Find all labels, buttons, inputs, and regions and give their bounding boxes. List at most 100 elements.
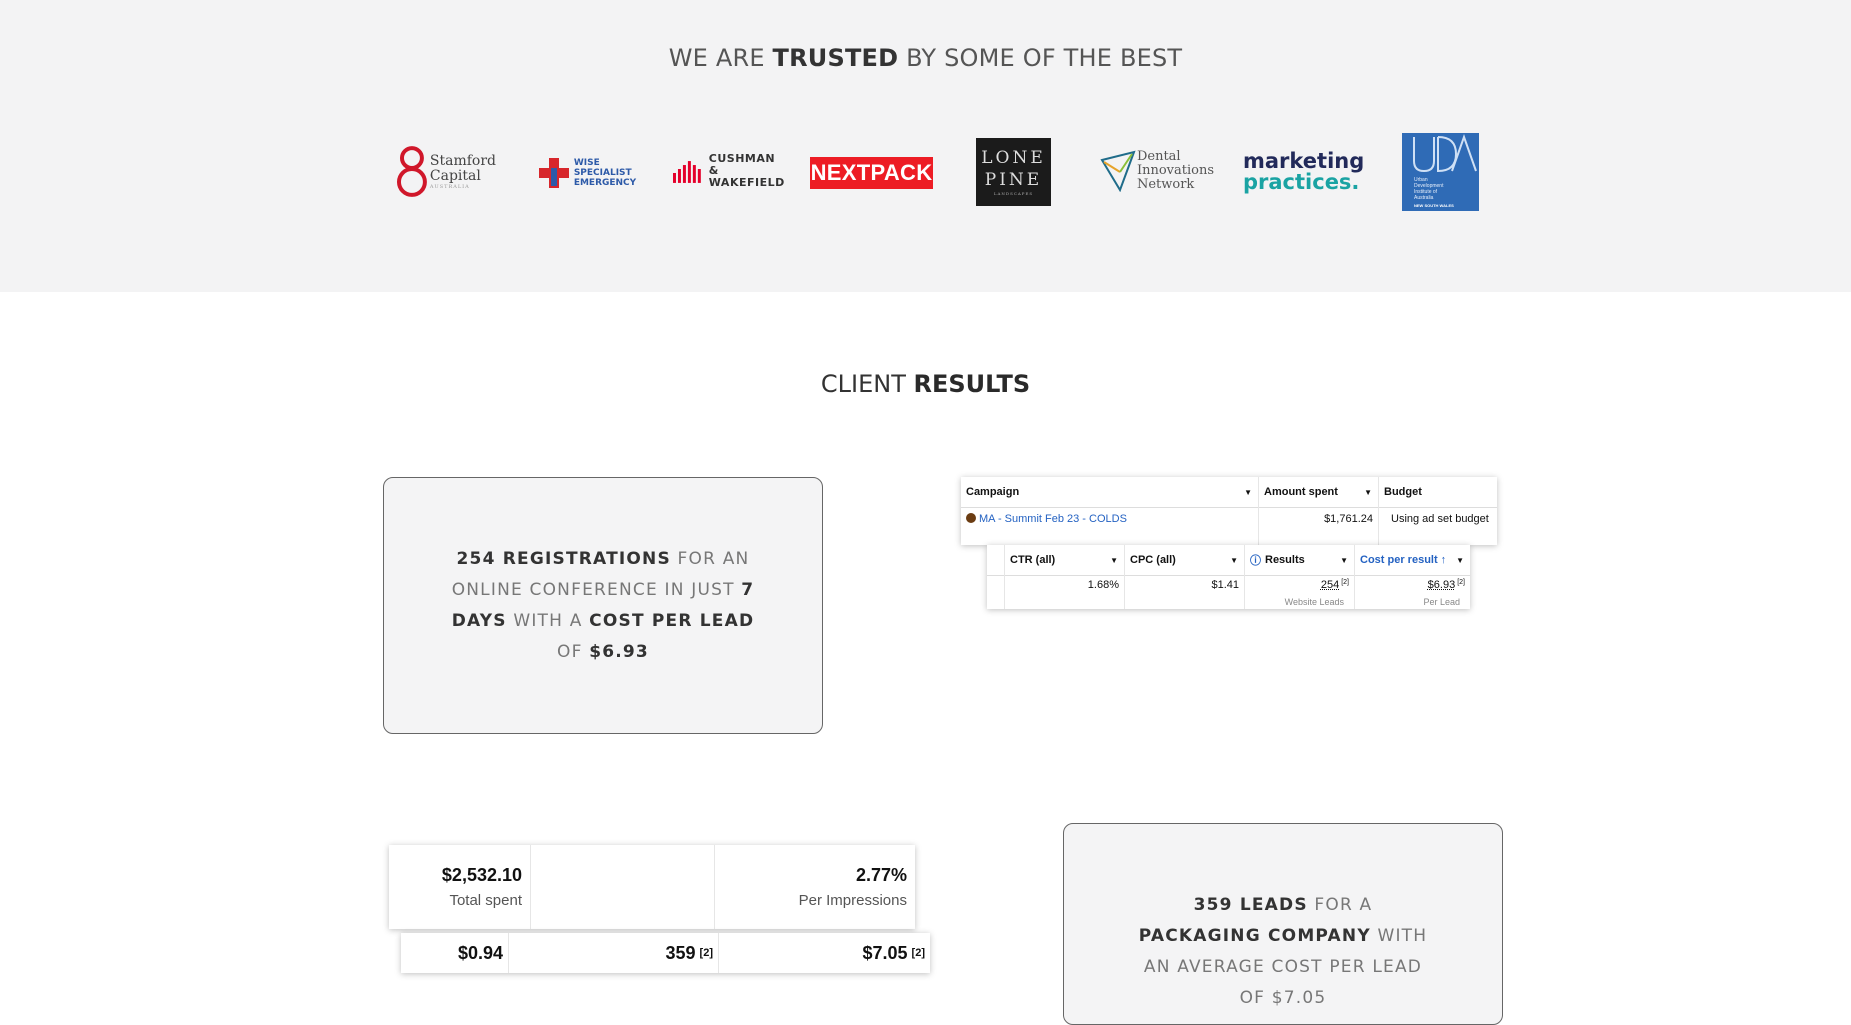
header-ctr: CTR (all) ▼	[1005, 545, 1125, 575]
wise-line1: WISE	[573, 158, 600, 168]
amount-spent-cell: $1,761.24	[1259, 507, 1379, 545]
dental-line1: Dental	[1136, 149, 1181, 164]
marketing-line2: practices.	[1243, 170, 1360, 194]
result-card-text: 359 LEADS FOR A PACKAGING COMPANY WITH A…	[1133, 824, 1433, 1014]
cost-sup: [2]	[1457, 579, 1465, 586]
result-card-text: 254 REGISTRATIONS FOR AN ONLINE CONFEREN…	[443, 544, 763, 668]
stats-panel-spend: $2,532.10 Total spent 2.77% Per Impressi…	[389, 845, 915, 929]
stats-panel-leads: $0.94 359 [2] $7.05 [2]	[401, 933, 930, 973]
stat-value-2: 359	[665, 943, 696, 963]
dental-line3: Network	[1136, 177, 1195, 192]
cost-value: $6.93	[1427, 579, 1456, 591]
header-cost-per-result[interactable]: Cost per result ↑ ▼	[1355, 545, 1470, 575]
cpc-stat-cell: $0.94	[401, 933, 509, 973]
stat-sup-2: [2]	[699, 947, 713, 959]
wise-emergency-logo: WISE SPECIALIST EMERGENCY	[535, 152, 640, 194]
trusted-section: WE ARE TRUSTED BY SOME OF THE BEST Stamf…	[0, 0, 1851, 292]
building-bars-icon	[673, 161, 701, 183]
campaign-name-link[interactable]: MA - Summit Feb 23 - COLDS	[979, 513, 1127, 525]
header-cost-label: Cost per result	[1360, 554, 1438, 566]
cost-sub: Per Lead	[1423, 597, 1460, 607]
ads-table-metrics: CTR (all) ▼ CPC (all) ▼ ⓘ Results ▼ Cost per…	[987, 545, 1470, 609]
lone-pine-line3: LANDSCAPES	[993, 191, 1034, 196]
client-results-bold: RESULTS	[913, 370, 1031, 398]
metrics-header-row: CTR (all) ▼ CPC (all) ▼ ⓘ Results ▼ Cost per…	[987, 545, 1470, 576]
header-amount-spent: Amount spent ▼	[1259, 477, 1379, 507]
stamford-line1: Stamford	[429, 153, 496, 169]
total-spent-cell: $2,532.10 Total spent	[389, 845, 531, 929]
header-results-label: Results	[1265, 554, 1305, 566]
client-results-pre: CLIENT	[820, 370, 914, 398]
nextpack-logo: NEXTPACK	[810, 157, 933, 189]
triangle-swoosh-icon	[1100, 150, 1136, 192]
caret-down-icon: ▼	[1364, 487, 1372, 497]
lone-pine-line2: PINE	[984, 170, 1043, 190]
result-card-conference: 254 REGISTRATIONS FOR AN ONLINE CONFEREN…	[383, 477, 823, 734]
stamford-capital-logo: Stamford Capital AUSTRALIA	[396, 143, 496, 201]
ads-table-campaign: Campaign ▼ Amount spent ▼ Budget MA - Summ…	[961, 477, 1497, 545]
status-dot-icon	[966, 513, 976, 523]
caret-down-icon: ▼	[1230, 555, 1238, 565]
card2-text-1: FOR A	[1307, 895, 1373, 915]
stamford-line2: Capital	[429, 168, 481, 184]
header-cpc-label: CPC (all)	[1130, 554, 1176, 566]
udia-monogram-icon	[1413, 133, 1477, 173]
medical-cross-icon	[538, 158, 569, 188]
results-cell: 254 [2] Website Leads	[1245, 575, 1355, 609]
card1-bold-3: COST PER LEAD	[589, 610, 755, 631]
dental-line2: Innovations	[1136, 163, 1215, 178]
trusted-heading-bold: TRUSTED	[772, 44, 899, 72]
marketing-line1: marketing	[1243, 149, 1365, 173]
caret-down-icon: ▼	[1244, 487, 1252, 497]
cpc-cell: $1.41	[1125, 575, 1245, 609]
per-impressions-value: 2.77%	[855, 865, 907, 885]
card2-bold-2: PACKAGING COMPANY	[1138, 926, 1371, 946]
nextpack-text: NEXTPACK	[810, 160, 933, 185]
per-impressions-label: Per Impressions	[798, 892, 907, 909]
card1-bold-4: $6.93	[589, 641, 649, 662]
per-impressions-cell: 2.77% Per Impressions	[715, 845, 915, 929]
udia-footer: NEW SOUTH WALES	[1414, 203, 1454, 208]
budget-cell: Using ad set budget	[1391, 513, 1489, 525]
ads-table-header-row: Campaign ▼ Amount spent ▼ Budget	[961, 477, 1497, 508]
ctr-cell: 1.68%	[1005, 575, 1125, 609]
stat-value-1: $0.94	[457, 943, 503, 963]
row-gutter	[987, 545, 1005, 575]
header-budget-label: Budget	[1384, 486, 1422, 498]
trusted-heading: WE ARE TRUSTED BY SOME OF THE BEST	[0, 44, 1851, 72]
marketing-practices-logo: marketing practices.	[1243, 148, 1364, 196]
lone-pine-line1: LONE	[981, 148, 1046, 168]
card1-text-2: WITH A	[506, 610, 590, 631]
sort-ascending-icon: ↑	[1440, 554, 1447, 566]
caret-down-icon: ▼	[1340, 555, 1348, 565]
caret-down-icon: ▼	[1456, 555, 1464, 565]
campaign-cell: MA - Summit Feb 23 - COLDS	[961, 507, 1259, 545]
card2-bold-1: 359 LEADS	[1193, 895, 1308, 915]
results-value: 254	[1320, 579, 1340, 591]
ads-table-row: MA - Summit Feb 23 - COLDS $1,761.24 Usi…	[961, 507, 1497, 545]
stat-sup-3: [2]	[911, 947, 925, 959]
card1-text-3: OF	[557, 641, 590, 662]
header-cpc: CPC (all) ▼	[1125, 545, 1245, 575]
cost-cell: $6.93 [2] Per Lead	[1355, 575, 1470, 609]
header-campaign-label: Campaign	[966, 486, 1020, 498]
total-spent-value: $2,532.10	[441, 865, 522, 885]
header-results: ⓘ Results ▼	[1245, 545, 1355, 575]
stamford-line3: AUSTRALIA	[429, 184, 470, 190]
client-results-heading: CLIENT RESULTS	[0, 370, 1851, 398]
header-amount-label: Amount spent	[1264, 486, 1338, 498]
header-budget: Budget	[1379, 477, 1497, 507]
info-icon: ⓘ	[1250, 555, 1261, 567]
lone-pine-logo: LONE PINE LANDSCAPES	[976, 138, 1051, 206]
caret-down-icon: ▼	[1110, 555, 1118, 565]
result-card-packaging: 359 LEADS FOR A PACKAGING COMPANY WITH A…	[1063, 823, 1503, 1025]
results-sub: Website Leads	[1284, 597, 1344, 607]
cushman-line2: WAKEFIELD	[708, 176, 785, 189]
leads-stat-cell: 359 [2]	[509, 933, 719, 973]
cushman-wakefield-logo: CUSHMAN & WAKEFIELD	[673, 153, 789, 189]
results-sup: [2]	[1341, 579, 1349, 586]
metrics-row: 1.68% $1.41 254 [2] Website Leads $6.93 [2…	[987, 575, 1470, 609]
stat-value-3: $7.05	[862, 943, 908, 963]
wise-line2: SPECIALIST	[573, 168, 632, 178]
stamford-eight-icon	[396, 146, 427, 197]
